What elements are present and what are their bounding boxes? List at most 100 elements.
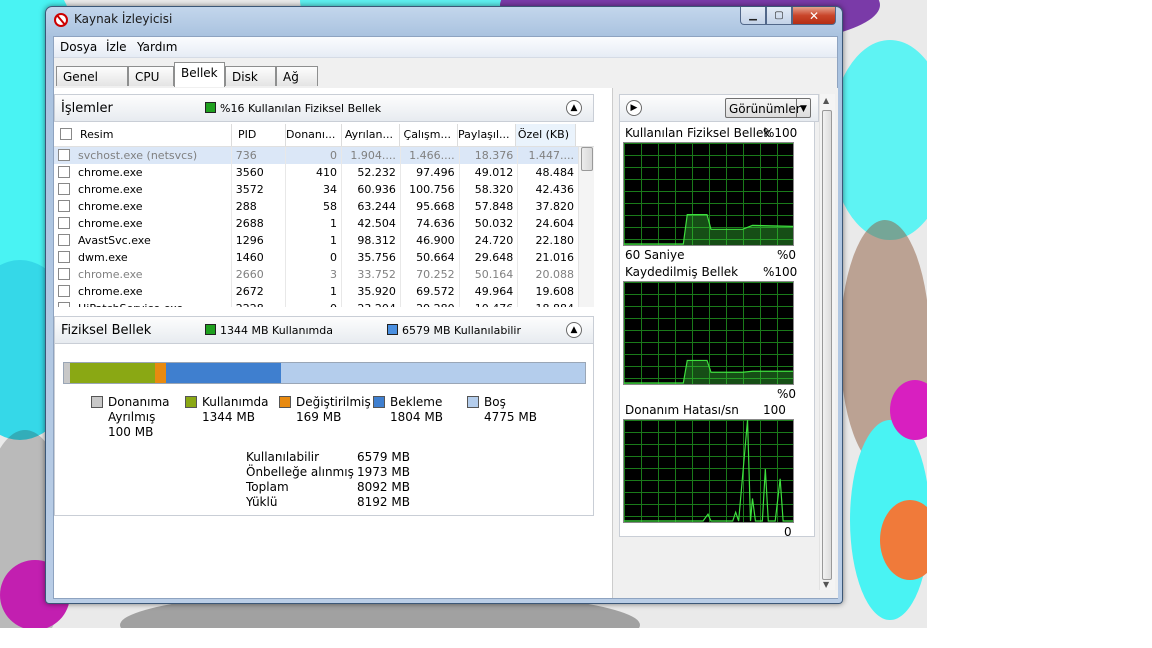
row-checkbox[interactable] [58, 251, 70, 263]
available-legend-icon [387, 324, 398, 335]
tab-cpu[interactable]: CPU [128, 66, 174, 86]
table-cell: 37.820 [517, 198, 578, 215]
legend-value: 169 MB [296, 410, 342, 424]
stat-value: 8192 MB [357, 495, 410, 509]
graph-min-label: 0 [784, 525, 792, 539]
process-table-scrollbar[interactable] [578, 147, 594, 307]
column-header-4[interactable]: Çalışm... [400, 124, 458, 146]
process-name-cell: HiPatchService.exe [54, 300, 231, 307]
row-checkbox[interactable] [58, 302, 70, 307]
column-header-2[interactable]: Donanı... [286, 124, 342, 146]
legend-label: Bekleme [390, 395, 443, 409]
select-all-checkbox[interactable] [60, 128, 72, 140]
table-row[interactable]: chrome.exe 2688 1 42.504 74.636 50.032 24.604 [54, 215, 578, 232]
menu-bar: Dosya İzle Yardım [54, 37, 837, 58]
close-icon: ✕ [808, 8, 820, 23]
table-row[interactable]: chrome.exe 3560 410 52.232 97.496 49.012 48.48… [54, 164, 578, 181]
menu-yardim[interactable]: Yardım [137, 40, 177, 54]
stat-label: Toplam [246, 480, 289, 494]
views-dropdown[interactable]: Görünümler ▼ [725, 98, 811, 118]
scroll-down-icon[interactable]: ▼ [823, 580, 829, 589]
graph-panel-expand-button[interactable]: ▶ [626, 100, 642, 116]
table-row[interactable]: AvastSvc.exe 1296 1 98.312 46.900 24.720 22.18… [54, 232, 578, 249]
row-checkbox[interactable] [58, 200, 70, 212]
processes-title: İşlemler [61, 101, 113, 116]
row-checkbox[interactable] [58, 149, 70, 161]
scroll-up-icon[interactable]: ▲ [823, 96, 829, 105]
graph-plot [623, 419, 794, 523]
legend-swatch [91, 396, 103, 408]
views-label: Görünümler [729, 102, 801, 116]
table-cell: 57.848 [458, 198, 518, 215]
table-cell: 98.312 [341, 232, 401, 249]
menu-dosya[interactable]: Dosya [60, 40, 97, 54]
stat-value: 6579 MB [357, 450, 410, 464]
table-cell: 50.032 [458, 215, 518, 232]
table-row[interactable]: dwm.exe 1460 0 35.756 50.664 29.648 21.016 [54, 249, 578, 266]
column-header-5[interactable]: Paylaşıl... [458, 124, 516, 146]
legend-swatch [185, 396, 197, 408]
stat-value: 8092 MB [357, 480, 410, 494]
physical-memory-body: Donanıma Ayrılmış 100 MB Kullanımda 1344 MB D… [54, 344, 594, 516]
scrollbar-thumb[interactable] [822, 110, 832, 580]
physical-memory-collapse-button[interactable]: ▲ [566, 322, 582, 338]
tab-genel-bakis[interactable]: Genel Bakış [56, 66, 128, 104]
minimize-button[interactable]: ▁ [740, 7, 766, 25]
table-cell: 42.436 [517, 181, 578, 198]
column-header-0[interactable]: Resim [54, 124, 232, 146]
column-header-3[interactable]: Ayrılan... [342, 124, 400, 146]
memory-bar-segment [166, 363, 281, 383]
menu-izle[interactable]: İzle [106, 40, 127, 54]
graph-panel-scrollbar[interactable]: ▲ ▼ [819, 94, 835, 590]
row-checkbox[interactable] [58, 285, 70, 297]
stat-label: Kullanılabilir [246, 450, 320, 464]
process-name-cell: chrome.exe [54, 164, 231, 181]
graph-title: Donanım Hatası/sn [625, 403, 739, 417]
table-row[interactable]: chrome.exe 288 58 63.244 95.668 57.848 37.820 [54, 198, 578, 215]
table-row[interactable]: HiPatchService.exe2228023.20429.28010.47… [54, 300, 578, 307]
maximize-button[interactable]: ▢ [766, 7, 792, 25]
tab-disk[interactable]: Disk [225, 66, 276, 86]
column-header-6[interactable]: Özel (KB) [516, 124, 576, 146]
table-cell: 736 [230, 147, 286, 164]
table-cell: 22.180 [517, 232, 578, 249]
table-cell: 33.752 [341, 266, 401, 283]
table-cell: 18.884 [517, 300, 578, 307]
processes-summary: %16 Kullanılan Fiziksel Bellek [220, 102, 382, 115]
maximize-icon: ▢ [774, 10, 784, 21]
table-cell: 50.164 [458, 266, 518, 283]
table-row[interactable]: chrome.exe 2672 1 35.920 69.572 49.964 19.608 [54, 283, 578, 300]
process-table: svchost.exe (netsvcs) 736 0 1.904.... 1.466.… [54, 147, 578, 307]
close-button[interactable]: ✕ [792, 7, 836, 25]
tab-ag[interactable]: Ağ [276, 66, 318, 86]
processes-collapse-button[interactable]: ▲ [566, 100, 582, 116]
table-cell: 35.920 [341, 283, 401, 300]
table-row[interactable]: chrome.exe 2660 3 33.752 70.252 50.164 20.088 [54, 266, 578, 283]
graph-line [624, 420, 793, 522]
graph-max-label: %100 [763, 126, 798, 140]
table-row[interactable]: chrome.exe 3572 34 60.936 100.756 58.320 42.43… [54, 181, 578, 198]
legend-value: 1804 MB [390, 410, 443, 424]
scrollbar-thumb[interactable] [581, 147, 593, 171]
graph-max-label: %100 [763, 265, 798, 279]
processes-header[interactable]: İşlemler %16 Kullanılan Fiziksel Bellek … [54, 94, 594, 122]
row-checkbox[interactable] [58, 268, 70, 280]
physical-memory-header[interactable]: Fiziksel Bellek 1344 MB Kullanımda 6579 … [54, 316, 594, 344]
table-cell: 410 [285, 164, 342, 181]
row-checkbox[interactable] [58, 166, 70, 178]
chevron-right-icon: ▶ [630, 103, 638, 113]
legend-value: 4775 MB [484, 410, 537, 424]
table-cell: 20.088 [517, 266, 578, 283]
title-bar[interactable]: Kaynak İzleyicisi ▁ ▢ ✕ [46, 7, 842, 35]
row-checkbox[interactable] [58, 234, 70, 246]
row-checkbox[interactable] [58, 217, 70, 229]
column-header-1[interactable]: PID [232, 124, 286, 146]
memory-legend-item: Boş 4775 MB [467, 395, 559, 443]
memory-bar-segment [281, 363, 585, 383]
table-cell: 2660 [230, 266, 286, 283]
graph-time-label: 60 Saniye [625, 248, 685, 262]
row-checkbox[interactable] [58, 183, 70, 195]
table-row[interactable]: svchost.exe (netsvcs) 736 0 1.904.... 1.466.… [54, 147, 578, 164]
tab-bellek[interactable]: Bellek [174, 62, 225, 87]
legend-swatch [467, 396, 479, 408]
